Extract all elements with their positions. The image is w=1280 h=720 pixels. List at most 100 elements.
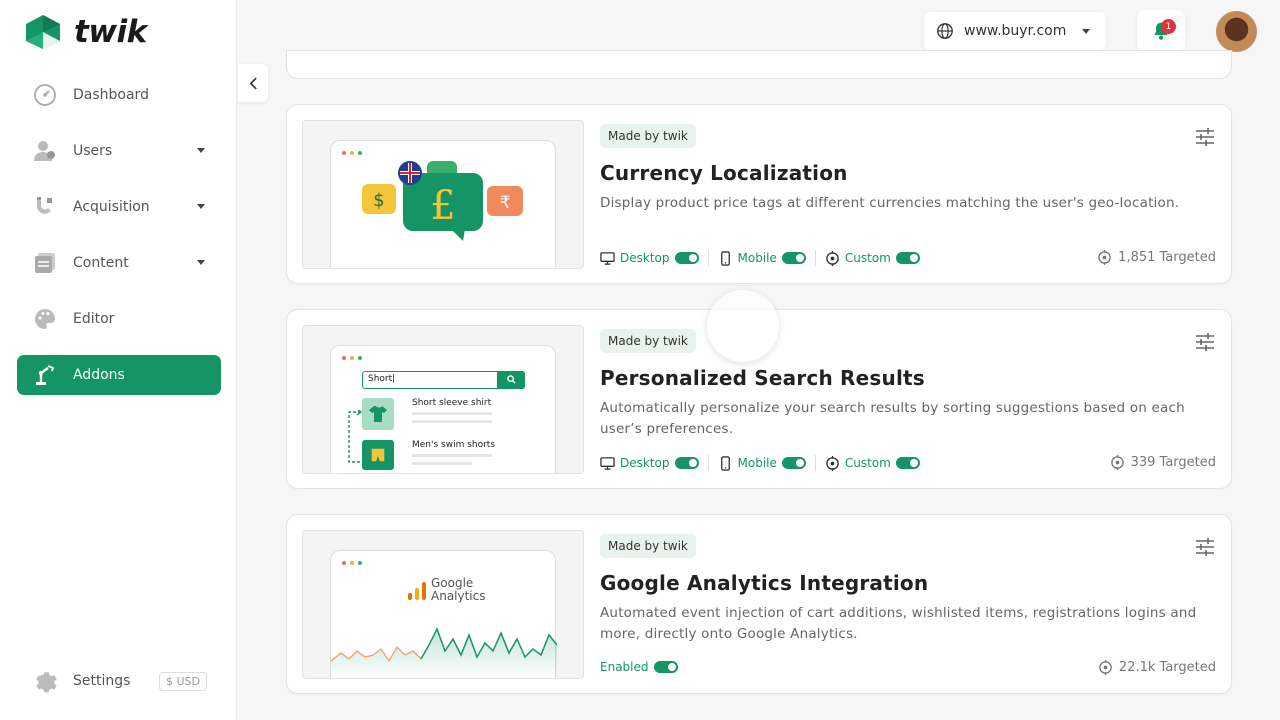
addon-title: Personalized Search Results — [600, 366, 925, 390]
made-by-badge: Made by twik — [600, 124, 696, 148]
toggle-switch[interactable] — [781, 457, 806, 469]
toggle-label: Desktop — [620, 456, 670, 470]
addon-description: Automatically personalize your search re… — [600, 400, 1185, 437]
toggle-enabled[interactable]: Enabled — [600, 660, 678, 674]
placeholder-line — [412, 420, 492, 423]
toggle-desktop[interactable]: Desktop — [600, 251, 699, 266]
addon-thumbnail: $ ₹ £ — [302, 120, 584, 269]
svg-text:£: £ — [430, 183, 455, 229]
sidebar-item-dashboard[interactable]: Dashboard — [17, 75, 221, 115]
sidebar-item-label: Dashboard — [73, 87, 149, 103]
device-toggles: Desktop Mobile Custom — [600, 455, 920, 471]
divider — [814, 455, 816, 471]
mock-result-2: Men's swim shorts — [412, 440, 496, 450]
browser-mockup: Google Analytics — [330, 550, 557, 678]
targeted-count: 22.1k Targeted — [1098, 660, 1216, 675]
made-by-badge: Made by twik — [600, 534, 696, 558]
chevron-left-icon — [249, 77, 257, 89]
cursor-click-indicator — [707, 290, 779, 362]
toggle-switch[interactable] — [674, 457, 699, 469]
device-toggles: Desktop Mobile Custom — [600, 250, 920, 266]
settings-sliders-icon[interactable] — [1195, 127, 1215, 147]
mock-result-1: Short sleeve shirt — [412, 398, 492, 408]
status-toggle: Enabled — [600, 660, 678, 674]
analytics-line-graph — [331, 627, 557, 678]
divider — [707, 455, 709, 471]
notifications-button[interactable]: 1 — [1137, 10, 1185, 52]
sidebar-item-label: Users — [73, 143, 113, 159]
shirt-icon — [362, 398, 394, 430]
target-icon — [826, 250, 839, 266]
palette-icon — [32, 306, 58, 332]
toggle-switch[interactable] — [895, 457, 920, 469]
google-analytics-logo-icon — [408, 582, 426, 600]
twik-logo-icon — [26, 15, 60, 49]
mock-search-text: Short| — [368, 374, 396, 384]
sidebar-item-label: Editor — [73, 311, 115, 327]
divider — [814, 250, 816, 266]
target-icon — [1098, 250, 1111, 265]
desktop-icon — [600, 456, 615, 470]
addon-description: Automated event injection of cart additi… — [600, 605, 1197, 642]
mobile-icon — [720, 455, 730, 471]
shorts-icon — [362, 440, 394, 470]
sidebar-item-label: Content — [73, 255, 129, 271]
toggle-switch[interactable] — [895, 252, 920, 264]
domain-label: www.buyr.com — [964, 23, 1067, 39]
reorder-arrow-icon — [348, 410, 363, 463]
addon-card-partial — [286, 50, 1232, 79]
avatar[interactable] — [1216, 11, 1257, 52]
gear-icon — [36, 672, 57, 693]
toggle-custom[interactable]: Custom — [825, 455, 920, 471]
sidebar-item-acquisition[interactable]: Acquisition — [17, 187, 221, 227]
addon-description: Display product price tags at different … — [600, 195, 1180, 211]
collapse-sidebar-button[interactable] — [238, 64, 268, 102]
sidebar: twik Dashboard Users Acquisition Content… — [0, 0, 237, 720]
content-icon — [32, 250, 58, 276]
sidebar-item-users[interactable]: Users — [17, 131, 221, 171]
search-icon — [497, 370, 525, 389]
currency-illustration-icon: $ ₹ £ — [362, 161, 523, 241]
sidebar-item-label: Addons — [73, 367, 125, 383]
addon-thumbnail: Google Analytics — [302, 530, 584, 679]
dashboard-icon — [32, 82, 58, 108]
addon-thumbnail: Short| Short sleeve shirt Men's swim sho… — [302, 325, 584, 474]
targeted-count: 339 Targeted — [1110, 455, 1216, 470]
placeholder-line — [412, 454, 492, 457]
ga-logo-line2: Analytics — [431, 589, 486, 603]
addon-title: Google Analytics Integration — [600, 571, 929, 595]
ga-logo-text: Google Analytics — [431, 577, 486, 603]
targeted-label: 1,851 Targeted — [1118, 250, 1216, 265]
toggle-switch[interactable] — [653, 661, 678, 673]
domain-selector[interactable]: www.buyr.com — [924, 12, 1106, 50]
settings-sliders-icon[interactable] — [1195, 332, 1215, 352]
settings-sliders-icon[interactable] — [1195, 537, 1215, 557]
toggle-label: Desktop — [620, 251, 670, 265]
addon-card-google-analytics[interactable]: Google Analytics Made by twik Google Ana… — [286, 514, 1232, 694]
toggle-desktop[interactable]: Desktop — [600, 456, 699, 471]
targeted-count: 1,851 Targeted — [1097, 250, 1216, 265]
logo[interactable]: twik — [24, 14, 147, 50]
brand-name: twik — [74, 14, 147, 50]
browser-mockup: Short| Short sleeve shirt Men's swim sho… — [330, 345, 556, 473]
toggle-custom[interactable]: Custom — [825, 250, 920, 266]
sidebar-item-addons[interactable]: Addons — [17, 355, 221, 395]
currency-badge[interactable]: $ USD — [159, 671, 207, 691]
toggle-label: Mobile — [737, 251, 777, 265]
toggle-switch[interactable] — [674, 252, 699, 264]
sidebar-nav: Dashboard Users Acquisition Content Edit… — [17, 75, 221, 411]
sidebar-item-editor[interactable]: Editor — [17, 299, 221, 339]
sidebar-item-settings[interactable]: Settings $ USD — [32, 668, 207, 694]
desktop-icon — [600, 251, 615, 265]
toggle-switch[interactable] — [781, 252, 806, 264]
sidebar-item-label: Acquisition — [73, 199, 150, 215]
chevron-down-icon — [197, 148, 205, 153]
chevron-down-icon — [1082, 29, 1090, 34]
made-by-badge: Made by twik — [600, 329, 696, 353]
toggle-mobile[interactable]: Mobile — [718, 250, 806, 266]
toggle-mobile[interactable]: Mobile — [718, 455, 806, 471]
sidebar-item-content[interactable]: Content — [17, 243, 221, 283]
settings-label: Settings — [73, 673, 131, 689]
addon-card-currency-localization[interactable]: $ ₹ £ Made by twik Currency Localization… — [286, 104, 1232, 284]
addon-title: Currency Localization — [600, 161, 848, 185]
